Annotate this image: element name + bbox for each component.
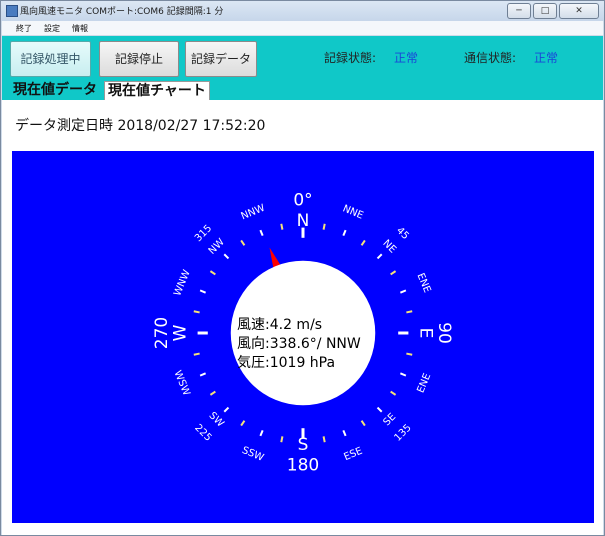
- tab-strip: 現在値データ 現在値チャート: [2, 80, 603, 101]
- wind-speed-readout: 風速:4.2 m/s: [237, 317, 322, 333]
- app-icon: [6, 5, 18, 17]
- menu-info[interactable]: 情報: [72, 23, 88, 34]
- tick-mark: [399, 372, 407, 377]
- tick-mark: [376, 406, 383, 413]
- compass-dial: NNWNW315WNWW270WSWSW225SSW S180ESESE135EN…: [152, 190, 454, 476]
- direction-label: WNW: [172, 268, 193, 297]
- tick-mark: [199, 289, 207, 294]
- direction-label: 45: [394, 225, 411, 242]
- tick-mark: [280, 436, 284, 443]
- tab-current-chart[interactable]: 現在値チャート: [104, 81, 210, 101]
- direction-label: ENE: [415, 372, 433, 395]
- tick-mark: [390, 390, 397, 396]
- tick-mark: [360, 239, 366, 246]
- tick-mark: [223, 253, 230, 260]
- record-stop-button[interactable]: 記録停止: [99, 41, 179, 77]
- tick-mark: [406, 352, 413, 356]
- direction-label: NE: [380, 238, 398, 256]
- tick-mark: [199, 372, 207, 377]
- direction-label: E: [415, 328, 435, 339]
- tick-mark: [322, 223, 326, 230]
- tick-mark: [280, 223, 284, 230]
- comm-status-label: 通信状態:: [464, 51, 517, 65]
- maximize-button[interactable]: □: [533, 3, 557, 19]
- record-data-button[interactable]: 記録データ: [185, 41, 257, 77]
- measurement-datetime: データ測定日時 2018/02/27 17:52:20: [15, 118, 266, 134]
- tick-mark: [240, 420, 246, 427]
- direction-label: W: [171, 324, 191, 341]
- record-processing-button[interactable]: 記録処理中: [10, 41, 91, 77]
- tick-mark: [223, 406, 230, 413]
- tick-mark: [193, 352, 200, 356]
- menu-exit[interactable]: 終了: [16, 23, 32, 34]
- direction-label: 135: [392, 422, 413, 443]
- tick-mark: [209, 270, 216, 276]
- direction-label: 0°: [293, 190, 312, 210]
- tick-mark: [259, 429, 264, 437]
- direction-label: ENE: [415, 272, 433, 295]
- direction-label: NNW: [240, 203, 267, 223]
- tick-mark: [322, 436, 326, 443]
- minimize-button[interactable]: ─: [507, 3, 531, 19]
- app-window: 風向風速モニタ COMポート:COM6 記録間隔:1 分 ─ □ ✕ 終了 設定…: [0, 0, 605, 536]
- menu-settings[interactable]: 設定: [44, 23, 60, 34]
- direction-label: NW: [207, 237, 227, 257]
- chart-panel: データ測定日時 2018/02/27 17:52:20 NNW NW 315 WNW W…: [2, 100, 603, 535]
- direction-label: 225: [192, 422, 213, 443]
- tick-mark: [406, 310, 413, 314]
- title-bar[interactable]: 風向風速モニタ COMポート:COM6 記録間隔:1 分 ─ □ ✕: [1, 1, 604, 21]
- tick-mark: [342, 229, 347, 237]
- tick-mark: [193, 310, 200, 314]
- tick-mark: [342, 429, 347, 437]
- direction-label: 270: [152, 317, 172, 349]
- compass-chart: NNW NW 315 WNW W 270 WSW SW 225 SSW S 180 ESE SE 135 EN…: [12, 151, 594, 523]
- direction-label: SW: [206, 410, 225, 429]
- tab-current-data[interactable]: 現在値データ: [10, 81, 100, 100]
- menu-bar: 終了 設定 情報: [2, 21, 603, 35]
- toolbar: 記録処理中 記録停止 記録データ 記録状態: 正常 通信状態: 正常: [2, 36, 603, 80]
- direction-label: 315: [193, 223, 214, 244]
- tick-mark: [259, 229, 264, 237]
- tick-mark: [399, 289, 407, 294]
- direction-label: 90: [434, 322, 454, 344]
- direction-label: NNE: [341, 203, 365, 221]
- pressure-readout: 気圧:1019 hPa: [237, 355, 335, 371]
- comm-status-value: 正常: [534, 51, 559, 65]
- tick-mark: [240, 239, 246, 246]
- window-title: 風向風速モニタ COMポート:COM6 記録間隔:1 分: [20, 7, 224, 17]
- center-circle: [230, 260, 376, 406]
- direction-label: ESE: [342, 446, 364, 463]
- record-status-label: 記録状態:: [324, 51, 377, 65]
- close-button[interactable]: ✕: [559, 3, 599, 19]
- tick-mark: [390, 270, 397, 276]
- direction-label: WSW: [172, 369, 192, 397]
- wind-direction-readout: 風向:338.6°/ NNW: [237, 336, 361, 352]
- tick-mark: [376, 253, 383, 260]
- tick-mark: [360, 420, 366, 427]
- direction-label: SSW: [240, 445, 265, 464]
- tick-mark: [209, 390, 216, 396]
- direction-label: 180: [287, 456, 319, 476]
- direction-label: SE: [382, 412, 399, 429]
- record-status-value: 正常: [394, 51, 419, 65]
